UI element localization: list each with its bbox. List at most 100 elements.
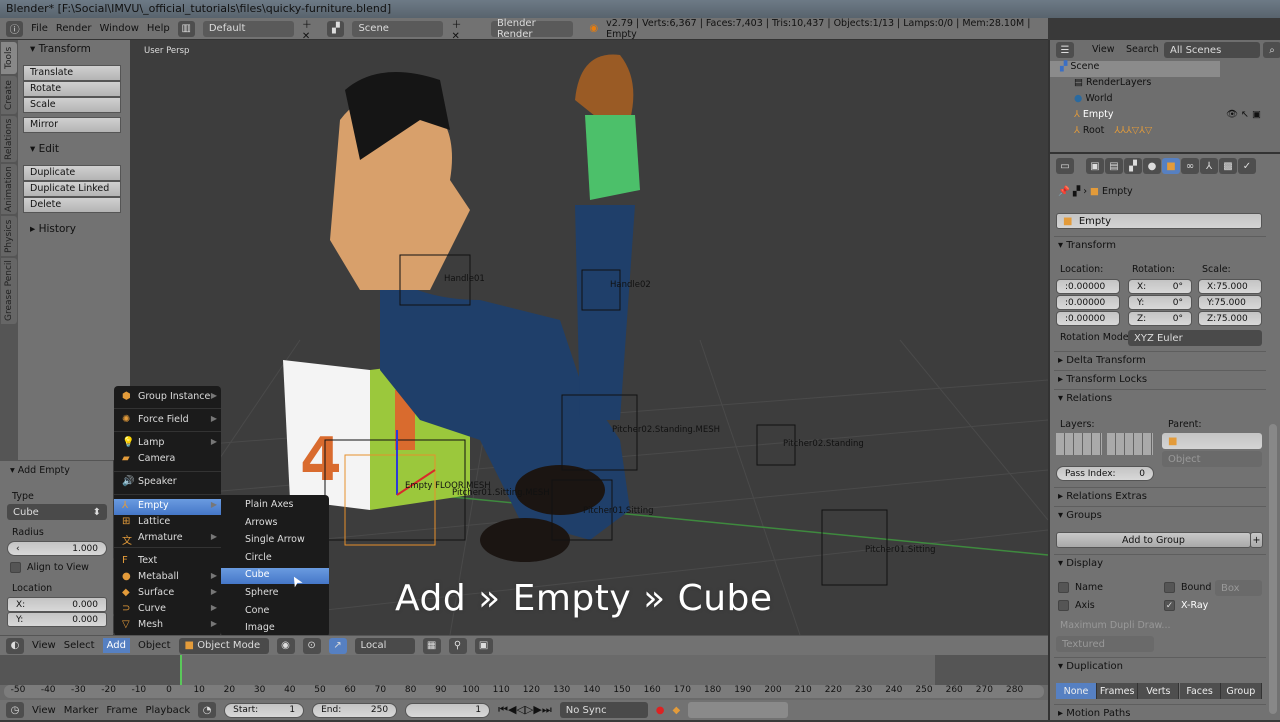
- submenu-item-plain-axes[interactable]: Plain Axes: [221, 498, 329, 514]
- add-scene-icon[interactable]: ＋✕: [451, 16, 469, 42]
- pass-index-field[interactable]: Pass Index: 0: [1056, 466, 1154, 481]
- duplicate-button[interactable]: Duplicate: [23, 165, 121, 181]
- panel-history-title[interactable]: ▸ History: [22, 220, 84, 238]
- tab-create[interactable]: Create: [1, 76, 17, 114]
- outliner-menu-search[interactable]: Search: [1126, 44, 1159, 55]
- menu-item-lattice[interactable]: ⊞ Lattice: [114, 515, 221, 531]
- tab-grease-pencil[interactable]: Grease Pencil: [1, 258, 17, 324]
- submenu-item-circle[interactable]: Circle: [221, 551, 329, 567]
- rotation-z-field[interactable]: Z: 0°: [1128, 311, 1192, 326]
- preview-range-icon[interactable]: ◔: [198, 702, 217, 718]
- motion-paths-header[interactable]: ▸ Motion Paths: [1054, 704, 1266, 722]
- rotation-y-field[interactable]: Y: 0°: [1128, 295, 1192, 310]
- scale-x-field[interactable]: X:75.000: [1198, 279, 1262, 294]
- menu-view[interactable]: View: [32, 705, 56, 716]
- display-header[interactable]: ▾ Display: [1054, 554, 1266, 572]
- panel-edit-title[interactable]: ▾ Edit: [22, 140, 67, 158]
- render-layers-tab-icon[interactable]: ▤: [1105, 158, 1123, 174]
- screen-selector[interactable]: Default: [202, 20, 294, 37]
- tab-tools[interactable]: Tools: [1, 42, 17, 74]
- layers-grid-1[interactable]: [1056, 433, 1102, 455]
- outliner-row-world[interactable]: ● World: [1050, 93, 1265, 109]
- scale-y-field[interactable]: Y:75.000: [1198, 295, 1262, 310]
- menu-item-mesh[interactable]: ▽ Mesh ▶: [114, 618, 221, 634]
- translate-button[interactable]: Translate: [23, 65, 121, 81]
- layers-grid-2[interactable]: [1107, 433, 1153, 455]
- axis-checkbox[interactable]: [1058, 600, 1069, 611]
- manipulator-icon[interactable]: ↗: [328, 637, 347, 654]
- screen-layout-icon[interactable]: ▥: [177, 20, 195, 37]
- scene-icon[interactable]: ▞: [327, 20, 345, 37]
- menu-select[interactable]: Select: [64, 640, 95, 651]
- start-frame-field[interactable]: Start: 1: [224, 702, 305, 718]
- submenu-item-arrows[interactable]: Arrows: [221, 516, 329, 532]
- visibility-icon[interactable]: 👁 ↖ ▣: [1226, 109, 1261, 120]
- record-icon[interactable]: ●: [656, 705, 665, 716]
- delta-transform-header[interactable]: ▸ Delta Transform: [1054, 351, 1266, 369]
- bound-type-select[interactable]: Box: [1215, 580, 1262, 596]
- submenu-item-cube[interactable]: Cube: [221, 568, 329, 585]
- sync-select[interactable]: No Sync: [559, 702, 648, 718]
- object-tab-icon[interactable]: ■: [1162, 158, 1180, 174]
- menu-view[interactable]: View: [32, 640, 56, 651]
- menu-item-camera[interactable]: ▰ Camera: [114, 452, 221, 468]
- duplication-frames[interactable]: Frames: [1097, 683, 1139, 699]
- keying-set-field[interactable]: [688, 702, 789, 718]
- add-group-plus-icon[interactable]: +: [1250, 532, 1263, 548]
- render-icon[interactable]: ▣: [474, 637, 493, 654]
- outliner-row-empty[interactable]: ⅄ Empty 👁 ↖ ▣: [1050, 109, 1265, 125]
- current-frame-field[interactable]: 1: [405, 702, 491, 718]
- align-to-view-checkbox[interactable]: [10, 562, 21, 573]
- menu-item-surface[interactable]: ◆ Surface ▶: [114, 586, 221, 602]
- render-tab-icon[interactable]: ▣: [1086, 158, 1104, 174]
- tab-relations[interactable]: Relations: [1, 116, 17, 162]
- menu-object[interactable]: Object: [138, 640, 171, 651]
- menu-item-armature[interactable]: ⽂ Armature ▶: [114, 531, 221, 547]
- menu-marker[interactable]: Marker: [64, 705, 99, 716]
- menu-window[interactable]: Window: [99, 23, 138, 34]
- submenu-item-cone[interactable]: Cone: [221, 604, 329, 620]
- scene-selector[interactable]: Scene: [352, 20, 444, 37]
- menu-playback[interactable]: Playback: [145, 705, 190, 716]
- render-engine-select[interactable]: Blender Render: [490, 18, 574, 40]
- menu-frame[interactable]: Frame: [106, 705, 137, 716]
- menu-item-curve[interactable]: ⊃ Curve ▶: [114, 602, 221, 618]
- menu-render[interactable]: Render: [56, 23, 92, 34]
- properties-scrollbar[interactable]: [1269, 424, 1277, 714]
- menu-item-force-field[interactable]: ✺ Force Field ▶: [114, 413, 221, 429]
- submenu-item-single-arrow[interactable]: Single Arrow: [221, 533, 329, 549]
- outliner-row-renderlayers[interactable]: ▤ RenderLayers: [1050, 77, 1265, 93]
- end-frame-field[interactable]: End: 250: [312, 702, 398, 718]
- mirror-button[interactable]: Mirror: [23, 117, 121, 133]
- menu-item-lamp[interactable]: 💡 Lamp ▶: [114, 436, 221, 452]
- submenu-item-sphere[interactable]: Sphere: [221, 586, 329, 602]
- outliner-row-scene[interactable]: ▞ Scene: [1050, 61, 1220, 77]
- texture-tab-icon[interactable]: ▩: [1219, 158, 1237, 174]
- scene-tab-icon[interactable]: ▞: [1124, 158, 1142, 174]
- type-select[interactable]: Cube ⬍: [7, 504, 107, 520]
- rotation-x-field[interactable]: X: 0°: [1128, 279, 1192, 294]
- panel-transform-title[interactable]: ▾ Transform: [22, 40, 99, 58]
- object-name-field[interactable]: ■ Empty: [1056, 213, 1262, 229]
- pivot-icon[interactable]: ⊙: [302, 637, 321, 654]
- duplicate-linked-button[interactable]: Duplicate Linked: [23, 181, 121, 197]
- parent-field[interactable]: ■: [1162, 433, 1262, 449]
- location-z-field[interactable]: :0.00000: [1056, 311, 1120, 326]
- add-screen-icon[interactable]: ＋✕: [302, 16, 320, 42]
- location-x-field[interactable]: :0.00000: [1056, 279, 1120, 294]
- delete-button[interactable]: Delete: [23, 197, 121, 213]
- frame-ruler[interactable]: -50 -40 -30 -20 -10 0 10 20 30 40 50 60 70 80 90 100 110…: [4, 685, 1044, 698]
- editor-type-icon[interactable]: ◐: [6, 637, 24, 654]
- snap-icon[interactable]: ⚲: [448, 637, 467, 654]
- menu-item-text[interactable]: F Text: [114, 554, 221, 570]
- location-y-field[interactable]: Y: 0.000: [7, 612, 107, 627]
- menu-item-empty[interactable]: ⅄ Empty ▶: [114, 499, 221, 515]
- tab-animation[interactable]: Animation: [1, 164, 17, 214]
- rotate-button[interactable]: Rotate: [23, 81, 121, 97]
- info-editor-icon[interactable]: ⓘ: [6, 20, 24, 37]
- menu-item-group-instance[interactable]: ⬢ Group Instance ▶: [114, 390, 221, 406]
- pin-icon[interactable]: 📌: [1058, 186, 1070, 197]
- outliner-row-root[interactable]: ⅄ Root ⅄⅄⅄▽⅄▽: [1050, 125, 1265, 141]
- location-x-field[interactable]: X: 0.000: [7, 597, 107, 612]
- location-y-field[interactable]: :0.00000: [1056, 295, 1120, 310]
